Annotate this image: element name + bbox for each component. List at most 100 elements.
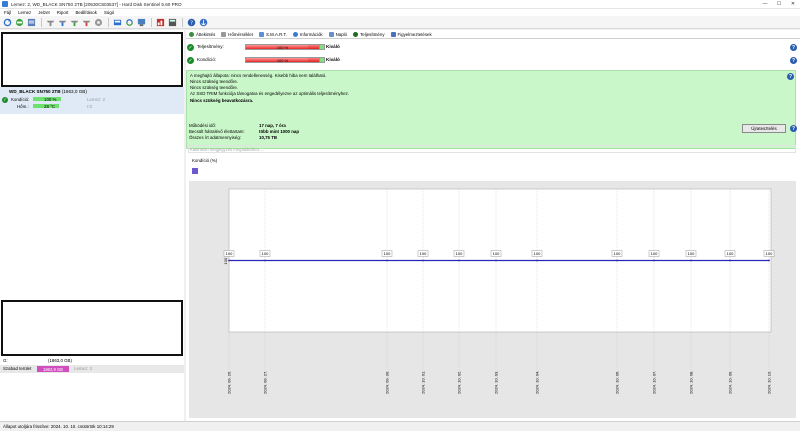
data-point [264, 259, 266, 262]
maximize-button[interactable]: ☐ [772, 0, 786, 8]
ok-check-icon: ✓ [2, 97, 8, 103]
drive-model: WD_BLACK SN750 2TB [9, 89, 61, 94]
y-axis-label: 100 [223, 257, 228, 264]
written-label: Összes írt adatmennyiség: [189, 135, 241, 140]
data-point [495, 259, 497, 262]
retest-button[interactable]: Újratesztelés [742, 124, 786, 133]
free-space-label: Szabad terület [3, 366, 32, 371]
tab-smart[interactable]: S.M.A.R.T. [258, 31, 287, 37]
menu-disk[interactable]: Lemez [18, 10, 31, 15]
data-label: 100 [226, 251, 233, 256]
data-point [536, 259, 538, 262]
message-conclusion: Nincs szükség beavatkozásra. [190, 98, 254, 103]
calculator-icon[interactable] [167, 17, 177, 27]
refresh-icon[interactable] [2, 17, 12, 27]
sync-icon[interactable] [124, 17, 134, 27]
data-label: 100 [614, 251, 621, 256]
close-button[interactable]: ✕ [786, 0, 800, 8]
surface-test-icon[interactable] [57, 17, 67, 27]
title-bar: Lemez: 2, WD_BLACK SN750 2TB [20530C8035… [0, 0, 800, 9]
toolbar-separator [151, 17, 152, 27]
tab-alerts[interactable]: Figyelmeztetések [390, 31, 432, 37]
menu-bar: Fájl Lemez Jelzet Riport Beállítások Súg… [0, 9, 800, 16]
drive-condition-label: Kondíció: [11, 97, 30, 102]
tab-information[interactable]: Információk [292, 31, 323, 37]
info-icon [292, 31, 298, 37]
drive-entry[interactable]: WD_BLACK SN750 2TB (1863,0 GB) ✓ Kondíci… [0, 87, 184, 114]
tab-performance[interactable]: Teljesítmény [353, 31, 385, 37]
x-tick-label: 2024. 09. 30. [385, 371, 390, 394]
x-tick-label: 2024. 10. 07. [652, 371, 657, 394]
alert-icon [390, 31, 396, 37]
x-tick-label: 2024. 09. 27. [263, 371, 268, 394]
x-tick-label: 2024. 10. 06. [615, 371, 620, 394]
free-space-row[interactable]: Szabad terület 1862,9 GB Lemez: 2 [0, 365, 184, 373]
save-chart-icon[interactable] [192, 168, 198, 174]
data-point [386, 259, 388, 262]
lifetime-label: Becsült hátralévő élettartam: [189, 129, 245, 134]
health-label: Kondíció: [197, 57, 217, 62]
help-icon[interactable]: ? [790, 125, 797, 132]
partition-letter: G: [3, 358, 8, 363]
settings-icon[interactable] [93, 17, 103, 27]
data-label: 100 [456, 251, 463, 256]
backup-icon[interactable] [112, 17, 122, 27]
chart-background: 100 2024. 09. 26. 100 2024. 09. 27. 100 2024.… [189, 181, 796, 418]
disk-health-icon[interactable] [14, 17, 24, 27]
chart-icon[interactable] [155, 17, 165, 27]
check-icon [189, 31, 194, 37]
svg-text:?: ? [190, 20, 193, 26]
minimize-button[interactable]: — [758, 0, 772, 8]
repair-icon[interactable] [81, 17, 91, 27]
health-value: Kiváló [326, 57, 340, 62]
uptime-label: Működési idő: [189, 123, 217, 128]
performance-label: Teljesítmény: [197, 44, 224, 49]
data-label: 100 [534, 251, 541, 256]
help-icon[interactable]: ? [186, 17, 196, 27]
written-value: 10,75 TB [259, 135, 278, 140]
performance-bar-end [320, 44, 325, 50]
toolbar-separator [182, 17, 183, 27]
tab-label: Teljesítmény [360, 31, 385, 37]
comment-field[interactable]: Kattintson megjegyzés megadásához ... [188, 145, 796, 153]
partition-row[interactable]: G: (1863,0 GB) [0, 357, 184, 365]
partition-size: (1863,0 GB) [48, 358, 72, 363]
data-label: 100 [420, 251, 427, 256]
report-icon[interactable] [26, 17, 36, 27]
help-icon[interactable]: ? [790, 57, 797, 64]
message-line: Az SSD TRIM funkciója támogatva és enged… [190, 91, 350, 96]
menu-riport[interactable]: Riport [57, 10, 69, 15]
drive-name: WD_BLACK SN750 2TB (1863,0 GB) [9, 89, 87, 94]
performance-percent: 100 % [276, 44, 289, 50]
help-icon[interactable]: ? [787, 73, 794, 80]
menu-report[interactable]: Jelzet [38, 10, 49, 15]
data-label: 100 [262, 251, 269, 256]
drive-temp-disk: I:0 [87, 104, 92, 109]
details-panel: Áttekintés Hőmérséklet S.M.A.R.T. Inform… [186, 30, 800, 421]
help-icon[interactable]: ? [790, 44, 797, 51]
message-line: Nincs szükség teendőre. [190, 79, 239, 84]
test-icon[interactable] [45, 17, 55, 27]
data-label: 100 [493, 251, 500, 256]
tab-temperature[interactable]: Hőmérséklet [221, 31, 253, 37]
performance-value: Kiváló [326, 44, 340, 49]
menu-settings[interactable]: Beállítások [75, 10, 96, 15]
tab-label: Áttekintés [196, 31, 216, 37]
drive-condition-disk: Lemez: 2 [87, 97, 106, 102]
monitor-icon[interactable] [136, 17, 146, 27]
ok-check-icon: ✓ [187, 44, 194, 51]
anchor-icon[interactable] [198, 17, 208, 27]
data-label: 100 [651, 251, 658, 256]
health-percent: 100 % [276, 57, 289, 63]
data-point [653, 259, 655, 262]
x-tick-label: 2024. 10. 08. [689, 371, 694, 394]
status-bar: Állapot utoljára frissítve: 2024. 10. 10… [0, 421, 800, 431]
tab-overview[interactable]: Áttekintés [189, 31, 216, 37]
tab-log[interactable]: Napló [328, 31, 347, 37]
performance-row: ✓ Teljesítmény: 100 % Kiváló ? [186, 42, 800, 53]
lifetime-value: több mint 1000 nap [259, 129, 300, 134]
disk-test-icon[interactable] [69, 17, 79, 27]
menu-file[interactable]: Fájl [4, 10, 11, 15]
x-tick-label: 2024. 10. 03. [494, 371, 499, 394]
menu-help[interactable]: Súgó [104, 10, 114, 15]
